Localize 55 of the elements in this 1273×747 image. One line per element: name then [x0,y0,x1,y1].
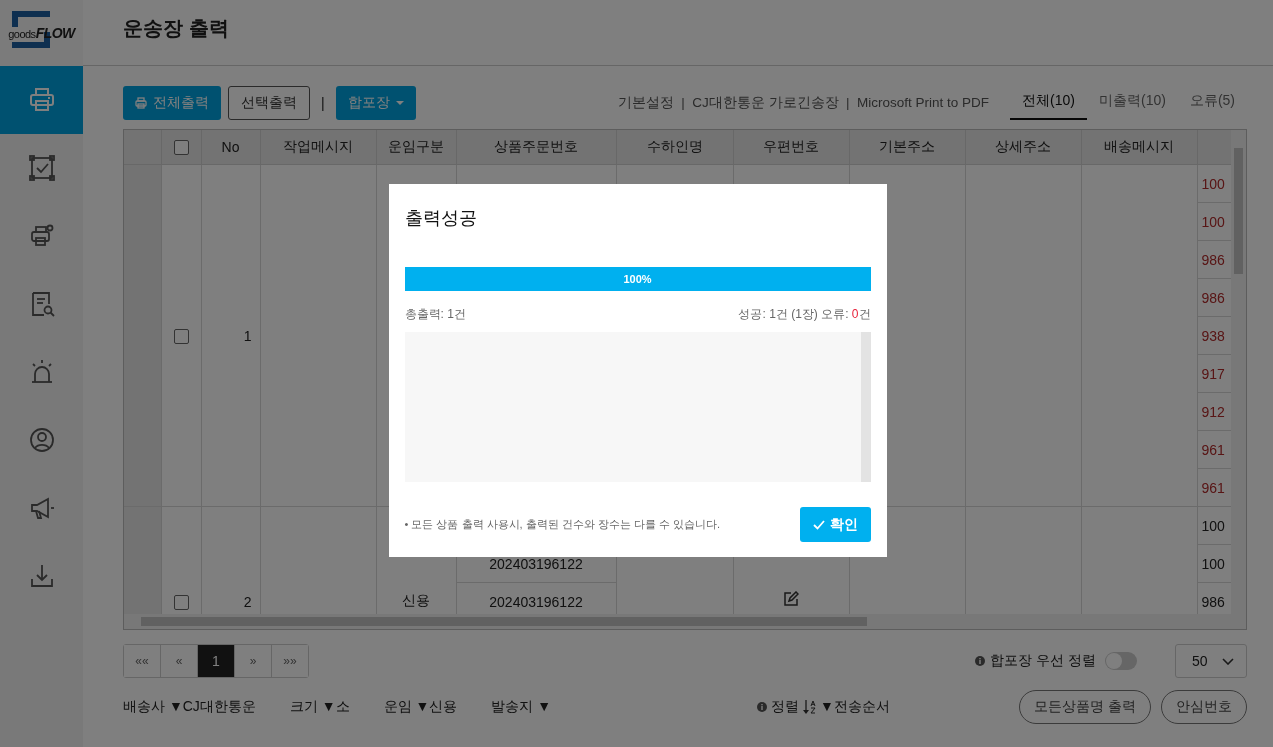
column-header: 상품주문번호 [456,130,616,165]
column-header: 운임구분 [376,130,456,165]
logo: goodsFLOW [8,25,75,41]
select-all-checkbox[interactable] [173,140,189,156]
column-header: 수하인명 [616,130,733,165]
column-header: 배송메시지 [1081,130,1197,165]
horizontal-scrollbar[interactable] [124,614,1246,629]
printer-icon [27,86,56,114]
separator-text: | [320,95,326,111]
page-size-select[interactable]: 50 [1175,644,1247,678]
result-count-text: 성공: 1건 (1장) 오류: 0건 [738,306,871,323]
merge-sort-label: 합포장 우선 정렬 [990,652,1096,670]
filter-dropdown[interactable]: 운임 ▼신용 [383,698,458,716]
column-header: 기본주소 [849,130,965,165]
printer-settings-text: 기본설정 | CJ대한통운 가로긴송장 | Microsoft Print to PDF [617,94,990,112]
edit-icon [783,591,799,607]
row-checkbox[interactable] [173,595,189,610]
sort-icon [803,699,817,715]
filter-tab[interactable]: 전체(10) [1010,86,1087,120]
ok-button[interactable]: 확인 [799,507,871,542]
row-checkbox[interactable] [173,328,189,344]
column-header: 우편번호 [733,130,849,165]
toggle-switch[interactable] [1105,652,1137,670]
print-selected-button[interactable]: 선택출력 [228,86,310,120]
page-button[interactable]: 1 [198,645,235,677]
filter-tab[interactable]: 오류(5) [1177,86,1247,120]
total-count-text: 총출력: 1건 [404,306,466,323]
filter-dropdown[interactable]: 발송지 ▼ [491,698,552,716]
info-icon [975,656,986,666]
sort-dropdown[interactable]: ▼전송순서 [820,698,890,716]
info-icon [757,702,768,712]
checkbox-frame-icon [27,154,56,182]
check-icon [812,519,825,530]
column-header: 작업메시지 [260,130,376,165]
table-cell: 1 [201,164,260,507]
page-title: 운송장 출력 [123,16,229,41]
printer-icon [135,97,147,109]
column-header: No [201,130,260,165]
caret-icon [395,101,404,105]
column-header: 상세주소 [965,130,1081,165]
progress-label: 100% [623,273,652,285]
filter-tab[interactable]: 미출력(10) [1086,86,1178,120]
vertical-scrollbar[interactable] [1231,130,1246,615]
dialog-title: 출력성공 [404,207,478,230]
footer-button[interactable]: 안심번호 [1161,690,1247,724]
user-circle-icon [27,426,56,454]
filter-dropdown[interactable]: 배송사 ▼CJ대한통운 [123,698,256,716]
print-all-button[interactable]: 전체출력 [123,86,221,120]
filter-dropdown[interactable]: 크기 ▼소 [289,698,350,716]
page-button[interactable]: «« [124,645,161,677]
sort-label: 정렬 [771,698,800,716]
footer-button[interactable]: 모든상품명 출력 [1019,690,1151,724]
chevron-down-icon [1222,657,1234,665]
sidebar-item[interactable] [0,66,83,134]
merge-dropdown-button[interactable]: 합포장 [335,86,416,120]
